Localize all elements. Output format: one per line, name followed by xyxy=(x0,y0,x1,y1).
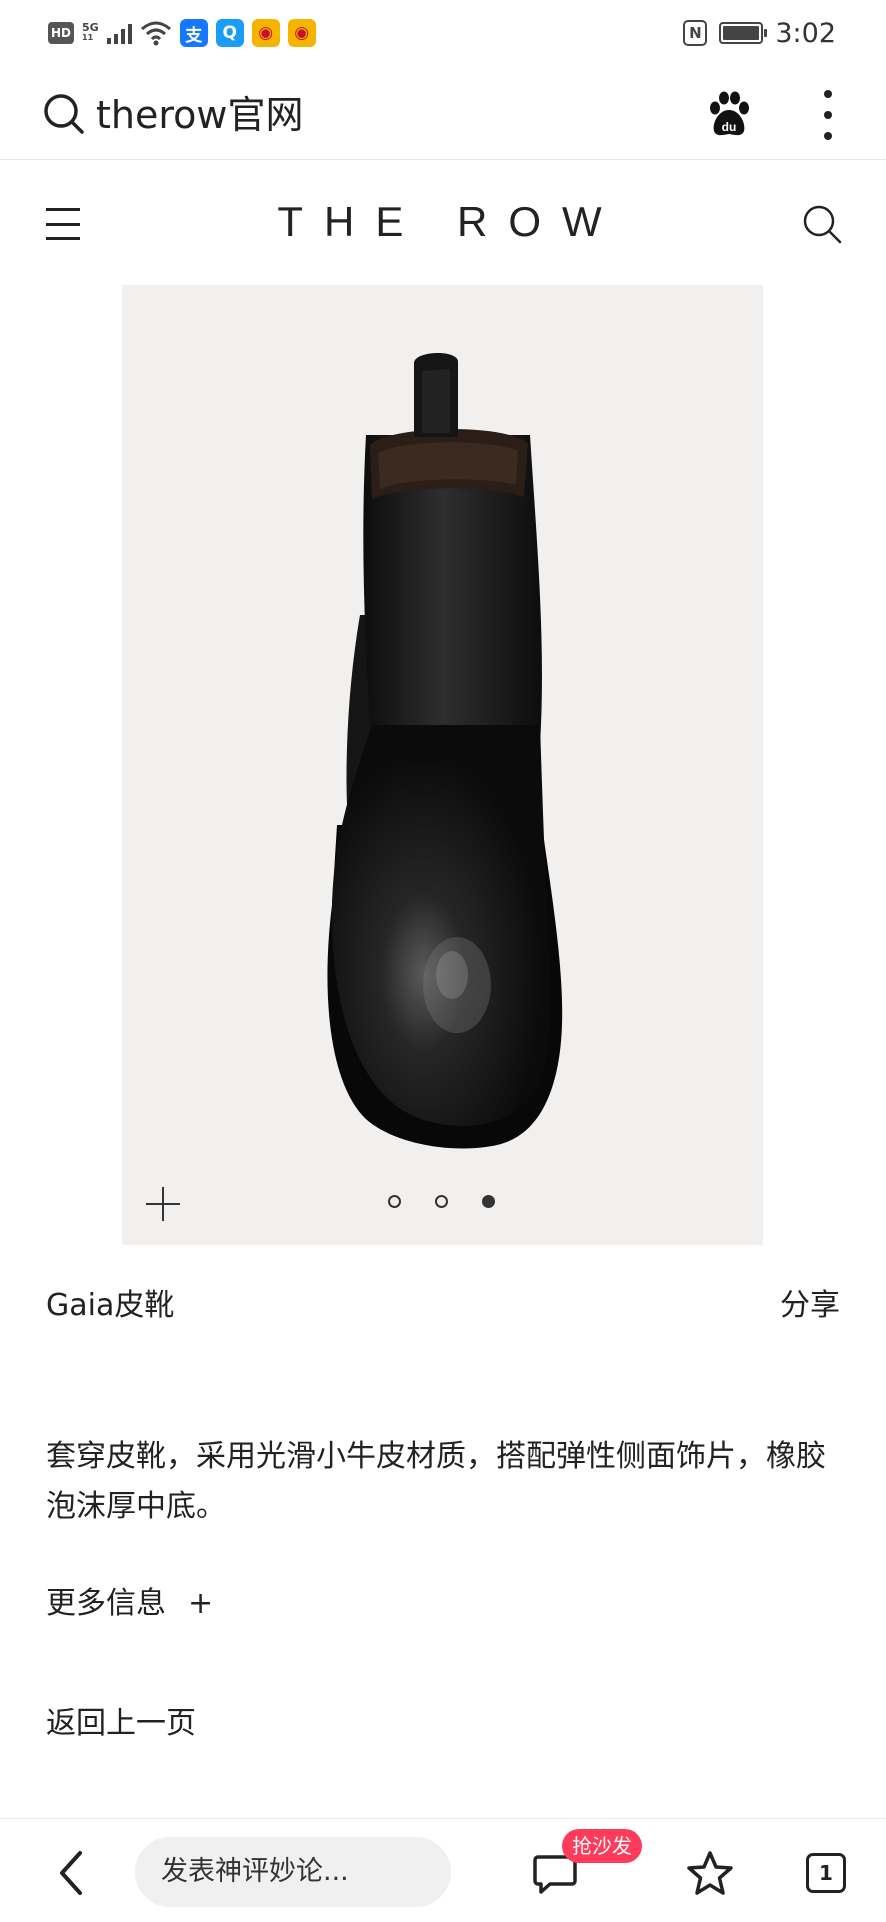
product-description: 套穿皮靴，采用光滑小牛皮材质，搭配弹性侧面饰片，橡胶泡沫厚中底。 xyxy=(46,1439,826,1524)
status-time: 3:02 xyxy=(775,17,836,49)
gallery-dot-2[interactable] xyxy=(435,1195,448,1208)
tabs-count-icon[interactable]: 1 xyxy=(806,1853,846,1893)
bottom-toolbar: 发表神评妙论... 抢沙发 1 xyxy=(0,1818,886,1922)
more-menu-icon[interactable] xyxy=(818,90,838,140)
svg-text:du: du xyxy=(722,120,737,134)
gallery-pagination xyxy=(388,1195,495,1208)
product-name: Gaia皮靴 xyxy=(46,1288,175,1323)
address-text[interactable]: therow官网 xyxy=(96,92,303,138)
browser-address-bar[interactable]: therow官网 du xyxy=(0,70,886,160)
back-link[interactable]: 返回上一页 xyxy=(46,1698,196,1742)
status-right: N 3:02 xyxy=(683,17,836,49)
baidu-paw-icon[interactable]: du xyxy=(706,90,752,138)
hd-icon: HD xyxy=(48,22,74,44)
site-search-icon[interactable] xyxy=(800,202,844,246)
sofa-badge[interactable]: 抢沙发 xyxy=(562,1829,642,1863)
wifi-icon xyxy=(140,21,171,46)
star-icon[interactable] xyxy=(686,1849,734,1897)
network-label: 5G 11 xyxy=(82,21,99,43)
network-sub: 11 xyxy=(82,33,94,42)
gallery-dot-3[interactable] xyxy=(482,1195,495,1208)
gallery-dot-1[interactable] xyxy=(388,1195,401,1208)
back-icon[interactable] xyxy=(54,1849,88,1897)
network-type: 5G xyxy=(82,21,99,34)
more-info-toggle[interactable]: 更多信息 + xyxy=(46,1578,213,1622)
search-icon xyxy=(44,94,84,134)
alipay-icon: 支 xyxy=(179,19,208,47)
product-gallery[interactable] xyxy=(122,285,763,1245)
share-link[interactable]: 分享 xyxy=(780,1280,840,1324)
site-header: THE ROW xyxy=(0,190,886,260)
brand-logo[interactable]: THE ROW xyxy=(0,198,886,246)
product-image xyxy=(327,352,563,1149)
battery-icon xyxy=(719,22,768,44)
status-bar: HD 5G 11 支 Q ◉ ◉ N 3:02 xyxy=(0,0,886,68)
weibo-icon: ◉ xyxy=(287,19,316,47)
weibo-icon: ◉ xyxy=(251,19,280,47)
nfc-icon: N xyxy=(683,20,708,46)
comment-input[interactable]: 发表神评妙论... xyxy=(135,1837,451,1907)
zoom-plus-icon[interactable] xyxy=(146,1187,180,1221)
more-info-label: 更多信息 xyxy=(46,1586,166,1621)
status-left: HD 5G 11 支 Q ◉ ◉ xyxy=(48,18,316,48)
more-info-plus-icon: + xyxy=(188,1586,214,1621)
signal-icon xyxy=(106,22,132,44)
search-app-icon: Q xyxy=(215,19,244,47)
